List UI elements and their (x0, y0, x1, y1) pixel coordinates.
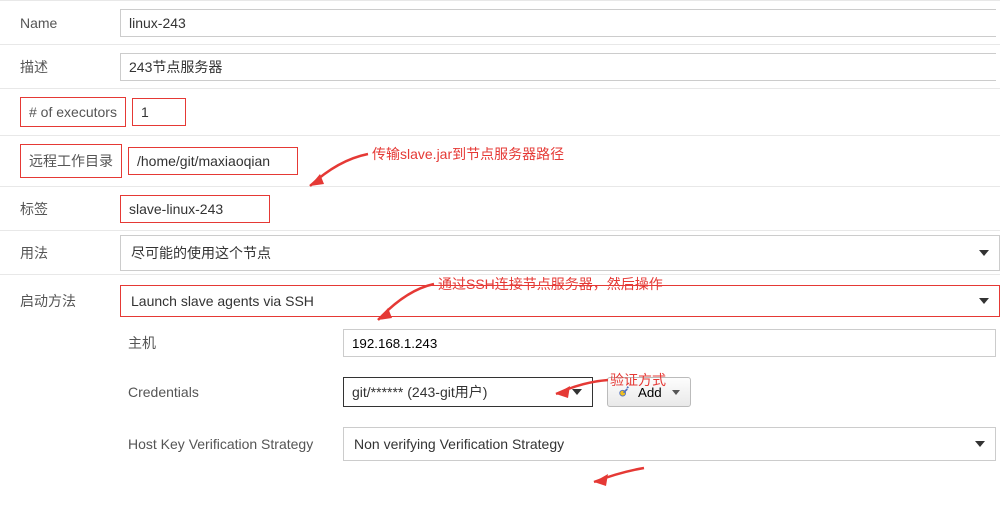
executors-label: # of executors (0, 89, 132, 135)
name-input[interactable] (120, 9, 996, 37)
tags-label: 标签 (0, 191, 120, 227)
hkvs-value: Non verifying Verification Strategy (354, 436, 564, 452)
tags-input[interactable] (120, 195, 270, 223)
hkvs-label: Host Key Verification Strategy (128, 436, 343, 452)
chevron-down-icon (979, 250, 989, 256)
launch-method-select[interactable]: Launch slave agents via SSH (120, 285, 1000, 317)
add-button-label: Add (638, 385, 662, 400)
chevron-down-icon (572, 389, 582, 395)
hkvs-select[interactable]: Non verifying Verification Strategy (343, 427, 996, 461)
usage-select[interactable]: 尽可能的使用这个节点 (120, 235, 1000, 271)
chevron-down-icon (975, 441, 985, 447)
usage-label: 用法 (0, 235, 120, 271)
chevron-down-icon (979, 298, 989, 304)
chevron-down-icon (672, 390, 680, 395)
add-credentials-button[interactable]: Add (607, 377, 691, 407)
executors-input[interactable] (132, 98, 186, 126)
desc-label: 描述 (0, 49, 120, 85)
desc-input[interactable] (120, 53, 996, 81)
credentials-value: git/****** (243-git用户) (352, 382, 487, 402)
remote-dir-label: 远程工作目录 (0, 136, 128, 186)
credentials-select[interactable]: git/****** (243-git用户) (343, 377, 593, 407)
host-input[interactable] (343, 329, 996, 357)
name-label: Name (0, 7, 120, 39)
executors-label-box: # of executors (20, 97, 126, 127)
host-label: 主机 (128, 333, 343, 353)
launch-method-value: Launch slave agents via SSH (131, 293, 314, 309)
remote-dir-label-box: 远程工作目录 (20, 144, 122, 178)
usage-select-value: 尽可能的使用这个节点 (131, 243, 271, 263)
credentials-label: Credentials (128, 384, 343, 400)
launch-label: 启动方法 (0, 283, 120, 319)
remote-dir-input[interactable] (128, 147, 298, 175)
key-icon (618, 385, 632, 399)
